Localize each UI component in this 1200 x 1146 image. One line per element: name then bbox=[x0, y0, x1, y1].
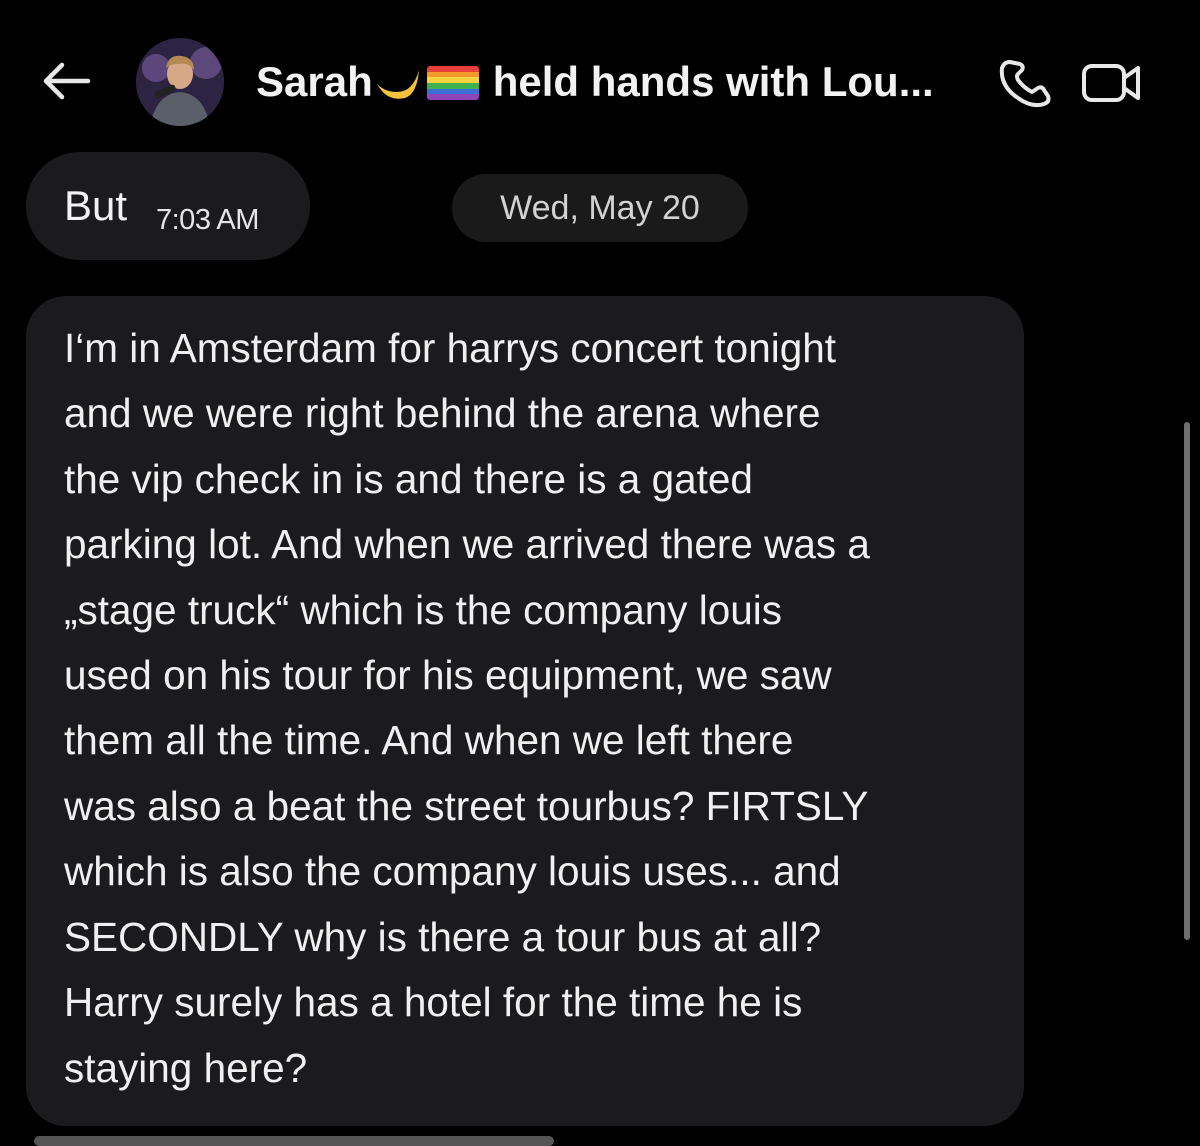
message-line: them all the time. And when we left ther… bbox=[64, 717, 794, 763]
profile-photo bbox=[136, 38, 224, 126]
video-call-button[interactable] bbox=[1080, 58, 1144, 106]
scrollbar[interactable] bbox=[1184, 422, 1190, 940]
video-camera-icon bbox=[1082, 64, 1140, 102]
next-message-edge bbox=[34, 1136, 554, 1146]
phone-icon bbox=[999, 60, 1051, 108]
message-text: But bbox=[64, 182, 128, 229]
message-line: „stage truck“ which is the company louis bbox=[64, 587, 783, 633]
message-bubble-long[interactable]: I‘m in Amsterdam for harrys concert toni… bbox=[26, 296, 1024, 1126]
back-button[interactable] bbox=[38, 56, 94, 106]
call-button[interactable] bbox=[996, 56, 1054, 110]
message-line: Harry surely has a hotel for the time he… bbox=[64, 979, 803, 1025]
message-line: and we were right behind the arena where bbox=[64, 390, 821, 436]
date-separator: Wed, May 20 bbox=[452, 174, 748, 242]
chat-header: Sarah held hands with Lou... bbox=[0, 0, 1200, 160]
contact-bio: held hands with Lou... bbox=[492, 58, 934, 105]
message-line: parking lot. And when we arrived there w… bbox=[64, 521, 870, 567]
message-line: used on his tour for his equipment, we s… bbox=[64, 652, 832, 698]
message-line: staying here? bbox=[64, 1045, 308, 1091]
arrow-left-icon bbox=[43, 62, 91, 100]
message-timestamp: 7:03 AM bbox=[156, 204, 259, 236]
message-line: was also a beat the street tourbus? FIRT… bbox=[64, 783, 869, 829]
message-line: I‘m in Amsterdam for harrys concert toni… bbox=[64, 325, 837, 371]
rainbow-flag-icon bbox=[426, 66, 479, 100]
crescent-moon-icon bbox=[373, 60, 421, 104]
chat-title[interactable]: Sarah held hands with Lou... bbox=[256, 56, 934, 108]
message-line: SECONDLY why is there a tour bus at all? bbox=[64, 914, 822, 960]
message-bubble[interactable]: But 7:03 AM bbox=[26, 152, 310, 260]
contact-name: Sarah bbox=[256, 58, 373, 105]
message-line: the vip check in is and there is a gated bbox=[64, 456, 753, 502]
avatar[interactable] bbox=[136, 38, 224, 126]
message-line: which is also the company louis uses... … bbox=[64, 848, 841, 894]
